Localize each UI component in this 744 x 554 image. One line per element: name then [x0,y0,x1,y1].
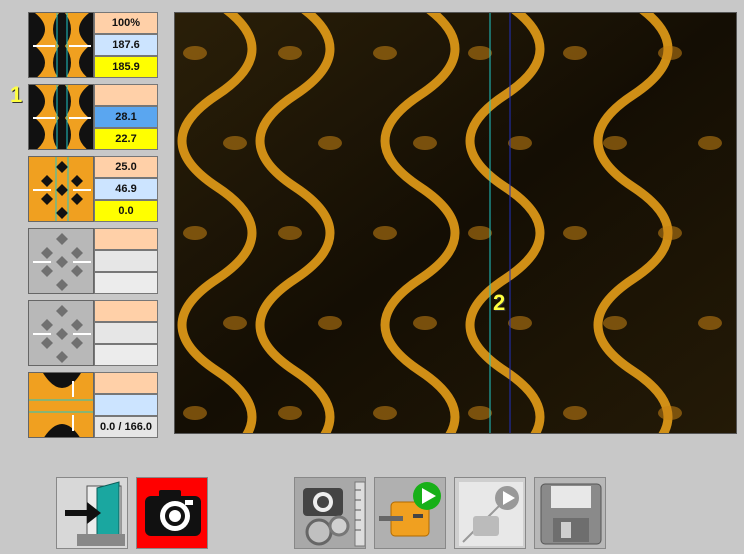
play-cylinder-icon [379,482,441,537]
mesh-image [175,13,736,433]
chart-play-icon [459,482,523,546]
diamond-spacing-value-1[interactable]: 25.0 [94,156,158,178]
mesh-highlight [413,316,437,330]
diamond-disabled-2-values [94,300,158,366]
diamond-disabled-2-value-2[interactable] [94,322,158,344]
mesh-highlight [373,226,397,240]
wave-width-value-1[interactable]: 100% [94,12,158,34]
save-button[interactable] [534,477,606,549]
mesh-highlight [373,46,397,60]
wave-width-value-3[interactable]: 185.9 [94,56,158,78]
wave-gap-values: 28.1 22.7 [94,84,158,150]
panel-diamond-disabled-1 [28,228,158,294]
wave-gap-value-3[interactable]: 22.7 [94,128,158,150]
diamond-disabled-1-values [94,228,158,294]
mesh-highlight [508,316,532,330]
mesh-highlight [698,136,722,150]
panel-wave-width: 100% 187.6 185.9 [28,12,158,78]
thickness-values: 0.0 / 166.0 [94,372,158,438]
mesh-highlight [468,46,492,60]
diamond-disabled-2-value-3[interactable] [94,344,158,366]
wave-gap-thumbnail-icon[interactable] [28,84,94,150]
mesh-highlight [563,406,587,420]
camera-icon [145,490,201,536]
mesh-highlight [318,316,342,330]
wave-gap-value-2[interactable]: 28.1 [94,106,158,128]
guide-line-marker-label: 2 [493,290,506,315]
capture-button[interactable] [136,477,208,549]
mesh-highlight [658,226,682,240]
camera-image-viewer[interactable]: 2 [174,12,737,434]
mesh-highlight [563,46,587,60]
playback-chart-button[interactable] [454,477,526,549]
mesh-highlight [468,406,492,420]
mesh-highlight [373,406,397,420]
mesh-highlight [183,406,207,420]
thickness-thumbnail-icon[interactable] [28,372,94,438]
mesh-highlight [183,226,207,240]
diamond-spacing-values: 25.0 46.9 0.0 [94,156,158,222]
run-measurement-button[interactable] [374,477,446,549]
mesh-highlight [563,226,587,240]
mesh-highlight [278,46,302,60]
wave-width-values: 100% 187.6 185.9 [94,12,158,78]
panel-marker-label: 1 [10,82,23,107]
diamond-spacing-value-3[interactable]: 0.0 [94,200,158,222]
thickness-value-3[interactable]: 0.0 / 166.0 [94,416,158,438]
door-exit-icon [65,481,125,546]
panel-wave-gap: 28.1 22.7 [28,84,158,150]
camera-settings-button[interactable] [294,477,366,549]
diamond-spacing-thumbnail-icon[interactable] [28,156,94,222]
panel-diamond-spacing: 25.0 46.9 0.0 [28,156,158,222]
diamond-disabled-1-value-3[interactable] [94,272,158,294]
diamond-disabled-1-value-1[interactable] [94,228,158,250]
mesh-highlight [658,406,682,420]
wave-gap-value-1[interactable] [94,84,158,106]
thickness-value-1[interactable] [94,372,158,394]
floppy-disk-icon [540,483,602,545]
diamond-disabled-2-value-1[interactable] [94,300,158,322]
mesh-highlight [183,46,207,60]
diamond-disabled-2-thumbnail-icon[interactable] [28,300,94,366]
mesh-highlight [223,316,247,330]
mesh-highlight [468,226,492,240]
panel-thickness: 0.0 / 166.0 [28,372,158,438]
mesh-highlight [223,136,247,150]
mesh-highlight [603,316,627,330]
mesh-highlight [698,316,722,330]
mesh-highlight [413,136,437,150]
mesh-highlight [658,46,682,60]
mesh-highlight [278,406,302,420]
diamond-disabled-1-value-2[interactable] [94,250,158,272]
mesh-highlight [603,136,627,150]
camera-gears-icon [303,481,365,547]
diamond-spacing-value-2[interactable]: 46.9 [94,178,158,200]
panel-diamond-disabled-2 [28,300,158,366]
wave-width-thumbnail-icon[interactable] [28,12,94,78]
exit-button[interactable] [56,477,128,549]
diamond-disabled-1-thumbnail-icon[interactable] [28,228,94,294]
wave-width-value-2[interactable]: 187.6 [94,34,158,56]
mesh-highlight [508,136,532,150]
mesh-highlight [278,226,302,240]
mesh-highlight [318,136,342,150]
thickness-value-2[interactable] [94,394,158,416]
